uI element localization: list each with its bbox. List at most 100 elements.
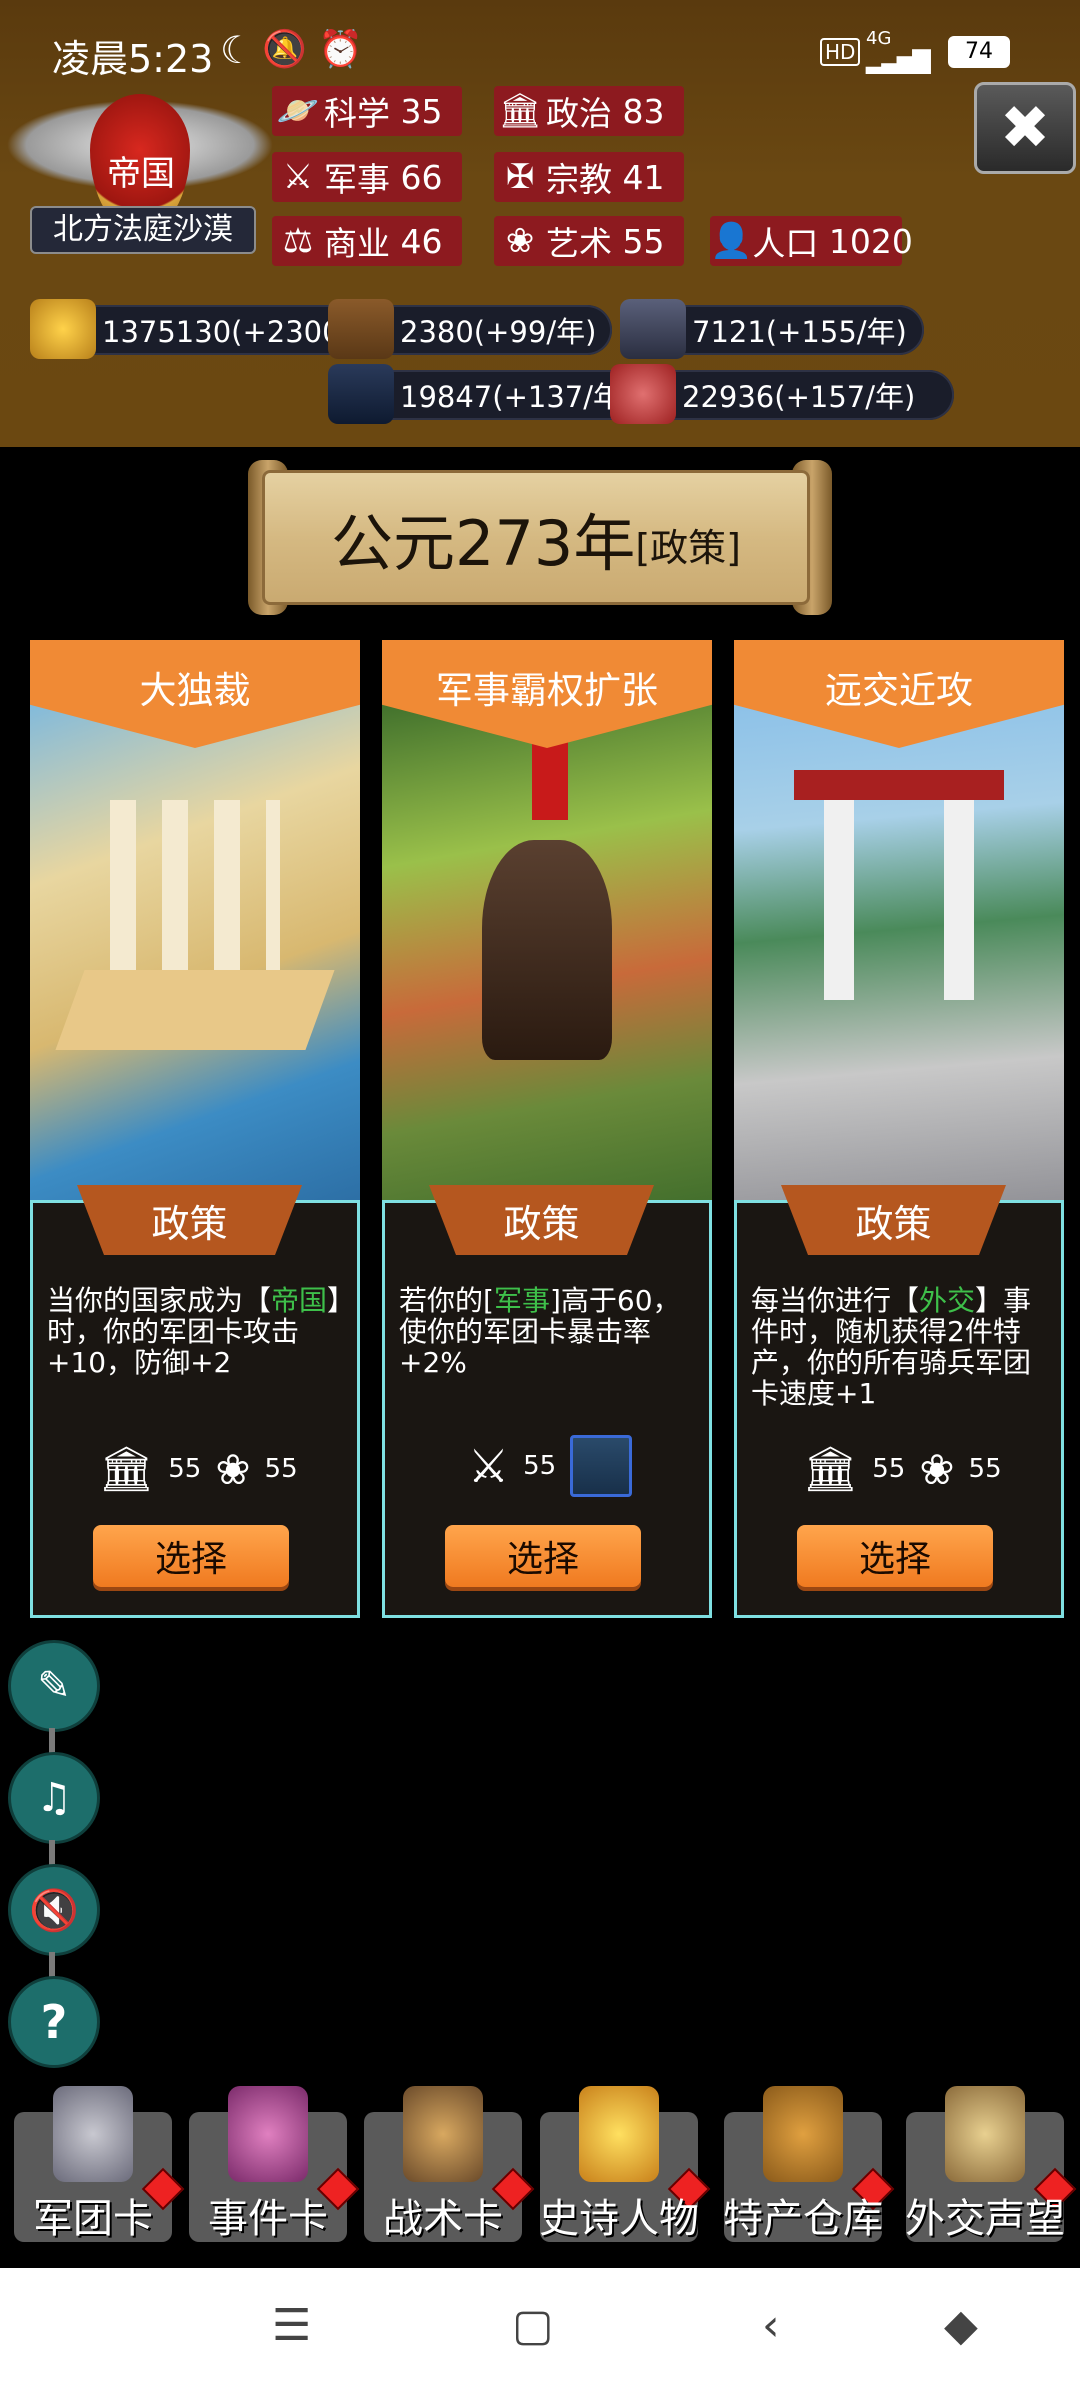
stat-label: 政治 [546, 94, 612, 133]
back-icon[interactable]: ‹ [762, 2300, 780, 2351]
card-detail-box: 政策 每当你进行【外交】事件时，随机获得2件特产，你的所有骑兵军团卡速度+1 🏛… [734, 1185, 1067, 1618]
nav-label: 事件卡 [208, 2196, 328, 2242]
nav-diplomacy-prestige[interactable]: 外交声望 [905, 2086, 1077, 2242]
capitol-icon: 🏛 [802, 1444, 859, 1495]
choose-button[interactable]: 选择 [93, 1525, 289, 1587]
year-tag: [政策] [635, 526, 741, 570]
cost-art: 55 [968, 1454, 1002, 1484]
temple-columns [110, 800, 280, 990]
home-icon[interactable]: ▢ [512, 2300, 554, 2351]
card-description: 当你的国家成为【帝国】时，你的军团卡攻击+10，防御+2 [47, 1284, 342, 1379]
card-cost: 🏛 55 ❀ 55 [33, 1443, 363, 1495]
battery-indicator: 74 [948, 36, 1010, 68]
policy-card[interactable]: 远交近攻 政策 每当你进行【外交】事件时，随机获得2件特产，你的所有骑兵军团卡速… [734, 640, 1064, 1618]
nav-legion-cards[interactable]: 军团卡 [14, 2086, 185, 2242]
cross-icon: ✠ [505, 157, 535, 197]
stat-military: ⚔ 军事 66 [272, 152, 462, 202]
stat-label: 艺术 [546, 224, 612, 263]
policy-card[interactable]: 军事霸权扩张 政策 若你的[军事]高于60，使你的军团卡暴击率+2% ⚔ 55 … [382, 640, 712, 1618]
menu-icon[interactable]: ☰ [272, 2300, 311, 2351]
mute-icon: 🔕 [262, 29, 307, 70]
card-detail-box: 政策 当你的国家成为【帝国】时，你的军团卡攻击+10，防御+2 🏛 55 ❀ 5… [30, 1185, 363, 1618]
ore-icon [620, 299, 686, 359]
year-title: 公元273年 [331, 506, 636, 580]
card-description: 若你的[军事]高于60，使你的军团卡暴击率+2% [399, 1284, 681, 1379]
nav-label: 史诗人物 [539, 2196, 699, 2242]
status-time: 凌晨5:23 [52, 37, 214, 81]
stat-art: ❀ 艺术 55 [494, 216, 684, 266]
card-type-tag: 政策 [429, 1185, 654, 1255]
nav-event-cards[interactable]: 事件卡 [189, 2086, 360, 2242]
stat-politics: 🏛 政治 83 [494, 86, 684, 136]
nav-tactic-cards[interactable]: 战术卡 [364, 2086, 535, 2242]
cost-politics: 55 [872, 1454, 906, 1484]
card-cost: 🏛 55 ❀ 55 [737, 1443, 1067, 1495]
nav-label: 军团卡 [33, 2196, 153, 2242]
moon-icon: ☾ [220, 28, 255, 72]
question-icon: ? [40, 1995, 68, 2049]
shield-swords-icon [403, 2086, 483, 2182]
stat-value: 66 [400, 157, 443, 197]
book-button[interactable]: ✎ [8, 1640, 100, 1732]
cost-politics: 55 [168, 1454, 202, 1484]
nav-label: 外交声望 [905, 2196, 1065, 2242]
signal-icon: ▂▃▅▇ [866, 46, 931, 74]
stat-label: 商业 [324, 224, 390, 263]
close-icon: ✖ [999, 93, 1051, 163]
help-button[interactable]: ? [8, 1976, 100, 2068]
stat-religion: ✠ 宗教 41 [494, 152, 684, 202]
year-banner: 公元273年 [政策] [262, 470, 810, 605]
stat-label: 科学 [324, 94, 390, 133]
music-off-icon: ♫ [36, 1775, 72, 1821]
lotus-icon: ❀ [215, 1444, 251, 1494]
nation-emblem[interactable]: 帝国 北方法庭沙漠 [6, 80, 274, 260]
crossed-swords-icon: ⚔ [467, 1439, 510, 1493]
nav-label: 战术卡 [383, 2196, 503, 2242]
stat-science: 🪐 科学 35 [272, 86, 462, 136]
sound-off-icon: 🔇 [29, 1887, 79, 1934]
card-art-gate [734, 690, 1064, 1225]
close-button[interactable]: ✖ [974, 82, 1076, 174]
choose-button[interactable]: 选择 [797, 1525, 993, 1587]
resource-wood: 2380(+99/年) [328, 299, 612, 359]
music-toggle-button[interactable]: ♫ [8, 1752, 100, 1844]
cavalry-figure [482, 840, 612, 1060]
emblem-title: 帝国 [107, 154, 175, 194]
policy-card[interactable]: 大独裁 政策 当你的国家成为【帝国】时，你的军团卡攻击+10，防御+2 🏛 55… [30, 640, 360, 1618]
crossed-swords-icon: ⚔ [282, 157, 314, 197]
resource-text: 2380(+99/年) [400, 315, 597, 349]
planet-icon: 🪐 [276, 91, 320, 131]
alarm-icon: ⏰ [318, 29, 363, 70]
resource-text: 22936(+157/年) [682, 380, 916, 414]
nav-specialty-warehouse[interactable]: 特产仓库 [723, 2086, 895, 2242]
scales-icon: ⚖ [282, 221, 314, 261]
sound-toggle-button[interactable]: 🔇 [8, 1864, 100, 1956]
lotus-icon: ❀ [919, 1444, 955, 1494]
stat-value: 41 [622, 157, 665, 197]
card-description: 每当你进行【外交】事件时，随机获得2件特产，你的所有骑兵军团卡速度+1 [751, 1284, 1032, 1410]
stat-value: 83 [622, 91, 665, 131]
cost-art: 55 [264, 1454, 298, 1484]
stat-label: 人口 [752, 224, 819, 263]
resource-ore: 7121(+155/年) [620, 299, 924, 359]
card-thumbnail-icon [570, 1435, 633, 1497]
gold-coins-icon [30, 299, 96, 359]
top-panel: 凌晨5:23 ☾ 🔕 ⏰ HD 4G ▂▃▅▇ 74 帝国 北方法庭沙漠 🪐 科… [0, 0, 1080, 447]
wood-logs-icon [328, 299, 394, 359]
stat-label: 军事 [324, 160, 390, 199]
resource-text: 19847(+137/年) [400, 380, 634, 414]
choose-button[interactable]: 选择 [445, 1525, 641, 1587]
helmet-icon [53, 2086, 133, 2182]
nav-label: 特产仓库 [723, 2196, 883, 2242]
stat-population: 👤 人口 1020 [710, 216, 913, 266]
temple-steps [55, 970, 335, 1050]
card-type-tag: 政策 [77, 1185, 302, 1255]
stat-value: 46 [400, 221, 443, 261]
nation-name: 北方法庭沙漠 [30, 206, 256, 254]
assistant-icon[interactable]: ◆ [944, 2300, 978, 2351]
gate-pillar-left [824, 800, 854, 1000]
hd-icon: HD [820, 38, 861, 66]
lotus-icon: ❀ [505, 221, 535, 261]
nav-epic-characters[interactable]: 史诗人物 [539, 2086, 711, 2242]
capitol-icon: 🏛 [498, 91, 542, 131]
